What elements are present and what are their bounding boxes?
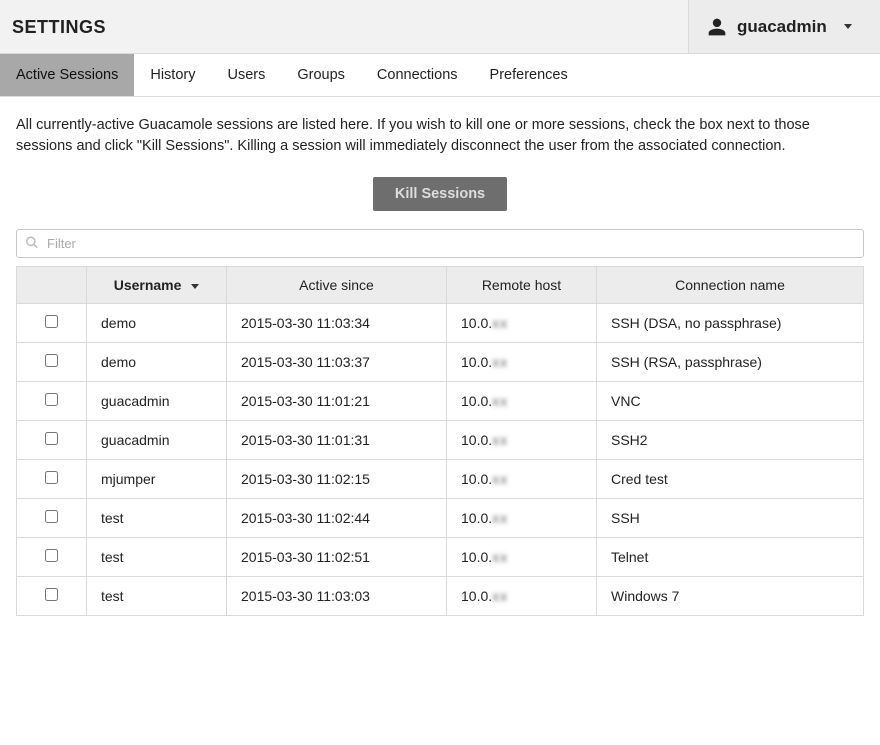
cell-active-since: 2015-03-30 11:03:34 (227, 304, 447, 343)
tab-connections[interactable]: Connections (361, 54, 474, 96)
user-menu[interactable]: guacadmin (688, 0, 880, 53)
cell-remote-host: 10.0.xx (447, 460, 597, 499)
sort-caret-icon (191, 284, 199, 289)
remote-host-redacted: xx (492, 315, 508, 331)
remote-host-visible: 10.0. (461, 432, 492, 448)
row-checkbox-cell (17, 304, 87, 343)
cell-remote-host: 10.0.xx (447, 538, 597, 577)
search-icon (25, 235, 39, 252)
cell-connection-name: SSH (RSA, passphrase) (597, 343, 864, 382)
cell-active-since: 2015-03-30 11:01:31 (227, 421, 447, 460)
cell-remote-host: 10.0.xx (447, 421, 597, 460)
page-description: All currently-active Guacamole sessions … (0, 97, 880, 171)
remote-host-visible: 10.0. (461, 393, 492, 409)
cell-active-since: 2015-03-30 11:02:44 (227, 499, 447, 538)
filter-input[interactable] (16, 229, 864, 258)
remote-host-visible: 10.0. (461, 315, 492, 331)
cell-username: demo (87, 304, 227, 343)
remote-host-visible: 10.0. (461, 471, 492, 487)
column-header-username[interactable]: Username (87, 267, 227, 304)
top-bar: SETTINGS guacadmin (0, 0, 880, 54)
table-row: guacadmin2015-03-30 11:01:3110.0.xxSSH2 (17, 421, 864, 460)
cell-connection-name: SSH (597, 499, 864, 538)
table-row: demo2015-03-30 11:03:3410.0.xxSSH (DSA, … (17, 304, 864, 343)
table-row: mjumper2015-03-30 11:02:1510.0.xxCred te… (17, 460, 864, 499)
tab-users[interactable]: Users (211, 54, 281, 96)
row-checkbox-cell (17, 343, 87, 382)
cell-username: mjumper (87, 460, 227, 499)
cell-connection-name: SSH2 (597, 421, 864, 460)
cell-remote-host: 10.0.xx (447, 304, 597, 343)
row-checkbox[interactable] (45, 549, 58, 562)
tab-groups[interactable]: Groups (281, 54, 361, 96)
cell-connection-name: SSH (DSA, no passphrase) (597, 304, 864, 343)
cell-remote-host: 10.0.xx (447, 382, 597, 421)
cell-connection-name: VNC (597, 382, 864, 421)
row-checkbox-cell (17, 577, 87, 616)
row-checkbox[interactable] (45, 432, 58, 445)
table-row: test2015-03-30 11:03:0310.0.xxWindows 7 (17, 577, 864, 616)
row-checkbox-cell (17, 460, 87, 499)
cell-remote-host: 10.0.xx (447, 577, 597, 616)
cell-active-since: 2015-03-30 11:03:03 (227, 577, 447, 616)
kill-sessions-row: Kill Sessions (0, 171, 880, 229)
remote-host-redacted: xx (492, 354, 508, 370)
sessions-table: Username Active since Remote host Connec… (16, 266, 864, 616)
row-checkbox[interactable] (45, 510, 58, 523)
remote-host-redacted: xx (492, 588, 508, 604)
cell-username: guacadmin (87, 421, 227, 460)
column-header-connection-name[interactable]: Connection name (597, 267, 864, 304)
row-checkbox-cell (17, 382, 87, 421)
column-header-username-label: Username (114, 277, 182, 293)
column-header-checkbox (17, 267, 87, 304)
row-checkbox[interactable] (45, 354, 58, 367)
cell-active-since: 2015-03-30 11:02:51 (227, 538, 447, 577)
remote-host-redacted: xx (492, 432, 508, 448)
cell-connection-name: Cred test (597, 460, 864, 499)
cell-username: guacadmin (87, 382, 227, 421)
row-checkbox[interactable] (45, 393, 58, 406)
cell-username: test (87, 577, 227, 616)
row-checkbox[interactable] (45, 315, 58, 328)
remote-host-visible: 10.0. (461, 549, 492, 565)
cell-remote-host: 10.0.xx (447, 343, 597, 382)
filter-wrapper (16, 229, 864, 258)
cell-connection-name: Windows 7 (597, 577, 864, 616)
cell-username: demo (87, 343, 227, 382)
remote-host-visible: 10.0. (461, 588, 492, 604)
table-row: test2015-03-30 11:02:5110.0.xxTelnet (17, 538, 864, 577)
tab-bar: Active SessionsHistoryUsersGroupsConnect… (0, 54, 880, 97)
tab-active-sessions[interactable]: Active Sessions (0, 54, 134, 96)
remote-host-redacted: xx (492, 471, 508, 487)
cell-username: test (87, 538, 227, 577)
cell-active-since: 2015-03-30 11:02:15 (227, 460, 447, 499)
cell-active-since: 2015-03-30 11:01:21 (227, 382, 447, 421)
column-header-active-since[interactable]: Active since (227, 267, 447, 304)
user-menu-username: guacadmin (737, 17, 834, 37)
chevron-down-icon (844, 24, 852, 29)
tab-history[interactable]: History (134, 54, 211, 96)
row-checkbox[interactable] (45, 471, 58, 484)
row-checkbox-cell (17, 538, 87, 577)
row-checkbox-cell (17, 421, 87, 460)
cell-active-since: 2015-03-30 11:03:37 (227, 343, 447, 382)
page-title: SETTINGS (0, 0, 688, 53)
user-icon (707, 17, 727, 37)
cell-username: test (87, 499, 227, 538)
remote-host-visible: 10.0. (461, 510, 492, 526)
row-checkbox-cell (17, 499, 87, 538)
table-row: demo2015-03-30 11:03:3710.0.xxSSH (RSA, … (17, 343, 864, 382)
row-checkbox[interactable] (45, 588, 58, 601)
table-row: guacadmin2015-03-30 11:01:2110.0.xxVNC (17, 382, 864, 421)
cell-remote-host: 10.0.xx (447, 499, 597, 538)
remote-host-redacted: xx (492, 393, 508, 409)
kill-sessions-button[interactable]: Kill Sessions (373, 177, 507, 211)
column-header-remote-host[interactable]: Remote host (447, 267, 597, 304)
remote-host-redacted: xx (492, 549, 508, 565)
table-row: test2015-03-30 11:02:4410.0.xxSSH (17, 499, 864, 538)
remote-host-visible: 10.0. (461, 354, 492, 370)
cell-connection-name: Telnet (597, 538, 864, 577)
tab-preferences[interactable]: Preferences (474, 54, 584, 96)
remote-host-redacted: xx (492, 510, 508, 526)
